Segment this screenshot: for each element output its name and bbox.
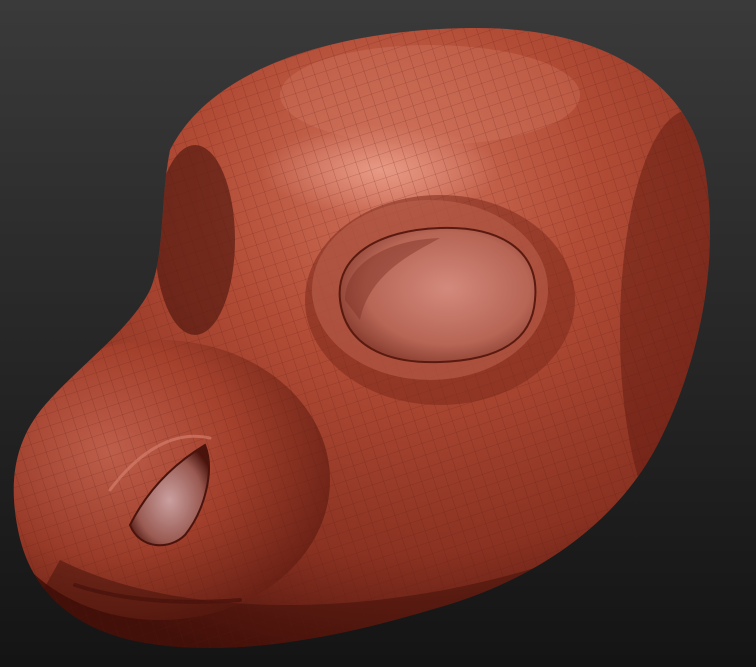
sculpt-viewport[interactable] [0,0,756,667]
viewport-canvas [0,0,756,667]
